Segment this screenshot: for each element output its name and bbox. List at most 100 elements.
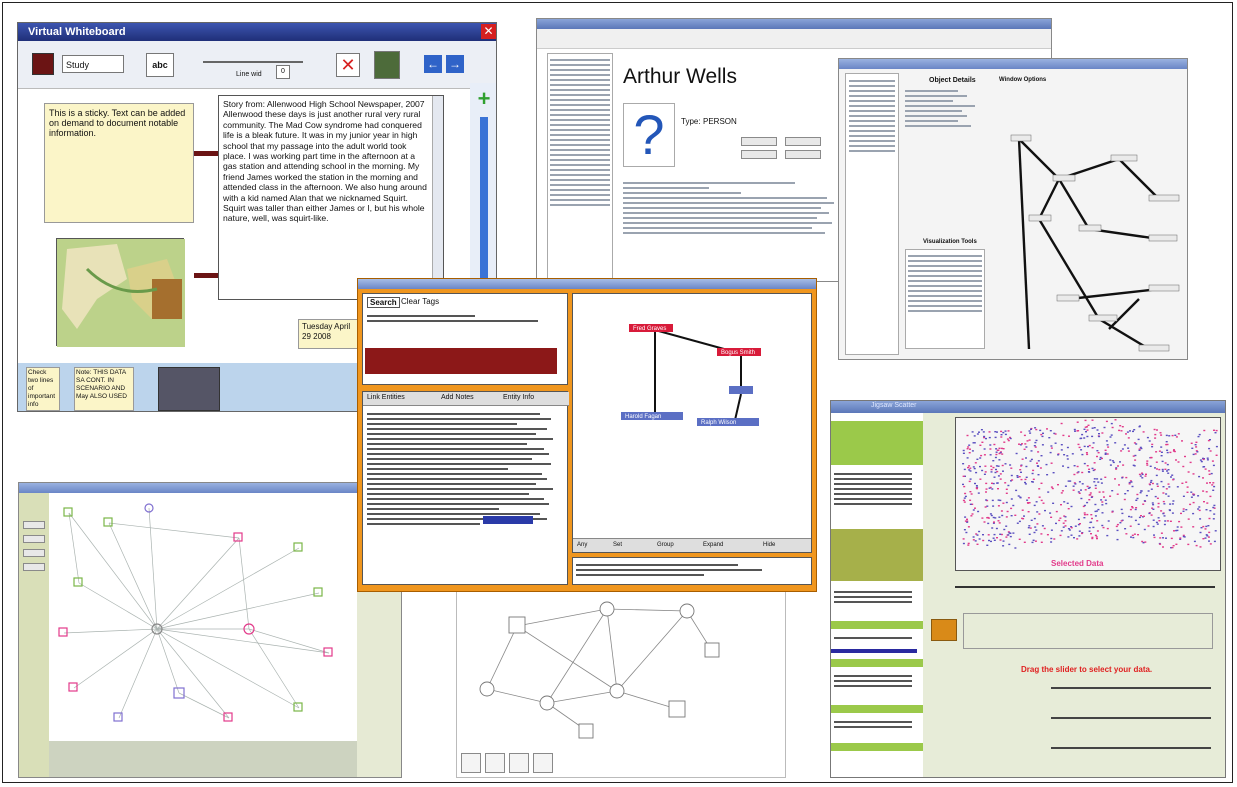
scatter-point	[980, 429, 983, 431]
tab-add-notes[interactable]: Add Notes	[441, 394, 474, 401]
node-bottom-left[interactable]: Harold Fagan	[625, 414, 661, 420]
scatter-plot-area[interactable]	[955, 417, 1221, 571]
scatter-point	[1120, 450, 1123, 452]
type-label: Type:	[681, 117, 701, 126]
bottom-note-2[interactable]: Note: THIS DATA SA CONT. IN SCENARIO AND…	[74, 367, 134, 411]
scatter-point	[1096, 530, 1099, 532]
zoom-in-icon[interactable]: +	[474, 88, 494, 110]
profile-action-button[interactable]	[785, 150, 821, 159]
tab-link-entities[interactable]: Link Entities	[367, 394, 405, 401]
node-bottom-right[interactable]: Ralph Wilson	[701, 420, 736, 426]
close-icon[interactable]: ✕	[481, 24, 496, 39]
scatter-point	[1027, 527, 1030, 529]
scatter-point	[1180, 526, 1183, 528]
node-top[interactable]: Fred Graves	[633, 326, 666, 332]
details-filter-panel[interactable]	[845, 73, 899, 355]
scatter-point	[1028, 430, 1031, 432]
font-select[interactable]: Study	[62, 55, 124, 73]
scatter-point	[989, 448, 992, 450]
scatter-point	[976, 487, 978, 490]
scatter-list-4[interactable]	[833, 671, 913, 701]
center-titlebar	[358, 279, 816, 289]
scatter-point	[1153, 428, 1156, 431]
window-options-title: Window Options	[999, 77, 1047, 83]
undo-icon[interactable]: ←	[424, 55, 442, 73]
scatter-point	[1166, 470, 1168, 472]
network-sidebar-button[interactable]	[23, 521, 45, 529]
delete-icon[interactable]: ✕	[336, 53, 360, 77]
scatter-point	[1204, 537, 1207, 539]
scatter-list-5[interactable]	[833, 717, 913, 737]
profile-action-button[interactable]	[741, 150, 777, 159]
node-mid[interactable]: Bogus Smith	[721, 350, 755, 356]
scatter-point	[1112, 461, 1115, 464]
scatter-point	[1148, 483, 1151, 485]
toolbar-any[interactable]: Any	[577, 542, 587, 548]
scatter-point	[969, 467, 972, 469]
sticky-note[interactable]: This is a sticky. Text can be added on d…	[44, 103, 194, 223]
scatter-point	[1161, 470, 1164, 472]
scatter-point	[976, 458, 979, 460]
toolbar-set[interactable]: Set	[613, 542, 622, 548]
color-swatch[interactable]	[32, 53, 54, 75]
scatter-point	[1091, 419, 1094, 421]
scatter-titlebar: Jigsaw Scatter	[831, 401, 1225, 413]
story-scrollbar[interactable]	[432, 96, 443, 299]
clear-tags-tab[interactable]: Clear Tags	[401, 297, 439, 306]
graph-tool-button[interactable]	[485, 753, 505, 773]
scatter-point	[1124, 493, 1127, 495]
graph-tool-button[interactable]	[461, 753, 481, 773]
graph-tool-button[interactable]	[533, 753, 553, 773]
scatter-point	[1127, 447, 1130, 449]
scatter-point	[1101, 504, 1104, 506]
network-titlebar	[19, 483, 401, 493]
range-slider-2[interactable]	[1051, 717, 1211, 719]
network-sidebar-button[interactable]	[23, 563, 45, 571]
graph-tool-button[interactable]	[509, 753, 529, 773]
redo-icon[interactable]: →	[446, 55, 464, 73]
text-tool-button[interactable]: abc	[146, 53, 174, 77]
scatter-point	[1094, 503, 1097, 506]
scatter-point	[1197, 495, 1200, 497]
scatter-point	[1125, 533, 1128, 535]
toolbar-expand[interactable]: Expand	[703, 542, 723, 548]
scatter-list-2[interactable]	[833, 587, 913, 617]
profile-entity-list[interactable]	[547, 53, 613, 279]
details-titlebar	[839, 59, 1187, 69]
scatter-point	[1215, 429, 1218, 432]
toolbar-group[interactable]: Group	[657, 542, 674, 548]
scatter-point	[1206, 535, 1209, 537]
scatter-point	[1156, 485, 1159, 487]
scatter-list-3[interactable]	[833, 633, 913, 647]
scatter-point	[973, 467, 976, 470]
network-sidebar-button[interactable]	[23, 535, 45, 543]
toolbar-hide[interactable]: Hide	[763, 542, 775, 548]
map-image[interactable]	[56, 238, 185, 347]
scatter-point	[1010, 474, 1013, 477]
range-slider-3[interactable]	[1051, 747, 1211, 749]
scatter-point	[991, 482, 993, 484]
bottom-note-1[interactable]: Check two lines of important info	[26, 367, 60, 411]
scatter-point	[988, 436, 991, 439]
tab-entity-info[interactable]: Entity Info	[503, 394, 534, 401]
trash-icon[interactable]	[374, 51, 400, 79]
visualization-tree[interactable]	[905, 249, 985, 349]
scatter-point	[1021, 458, 1024, 460]
scatter-point	[1012, 532, 1015, 534]
story-textbox[interactable]: Story from: Allenwood High School Newspa…	[218, 95, 444, 300]
scatter-point	[1070, 534, 1073, 536]
range-slider-1[interactable]	[1051, 687, 1211, 689]
profile-action-button[interactable]	[785, 137, 821, 146]
scatter-point	[1107, 446, 1110, 448]
network-sidebar-button[interactable]	[23, 549, 45, 557]
scatter-list-1[interactable]	[833, 469, 913, 525]
date-note[interactable]: Tuesday April 29 2008	[298, 319, 364, 349]
profile-action-button[interactable]	[741, 137, 777, 146]
search-tab[interactable]: Search	[367, 297, 400, 308]
search-result-highlight[interactable]	[365, 348, 557, 374]
scatter-point	[1062, 526, 1065, 528]
bottom-thumbnail[interactable]	[158, 367, 220, 411]
scatter-point	[1166, 451, 1169, 454]
scatter-orange-button[interactable]	[931, 619, 957, 641]
line-width-slider[interactable]	[203, 61, 303, 63]
